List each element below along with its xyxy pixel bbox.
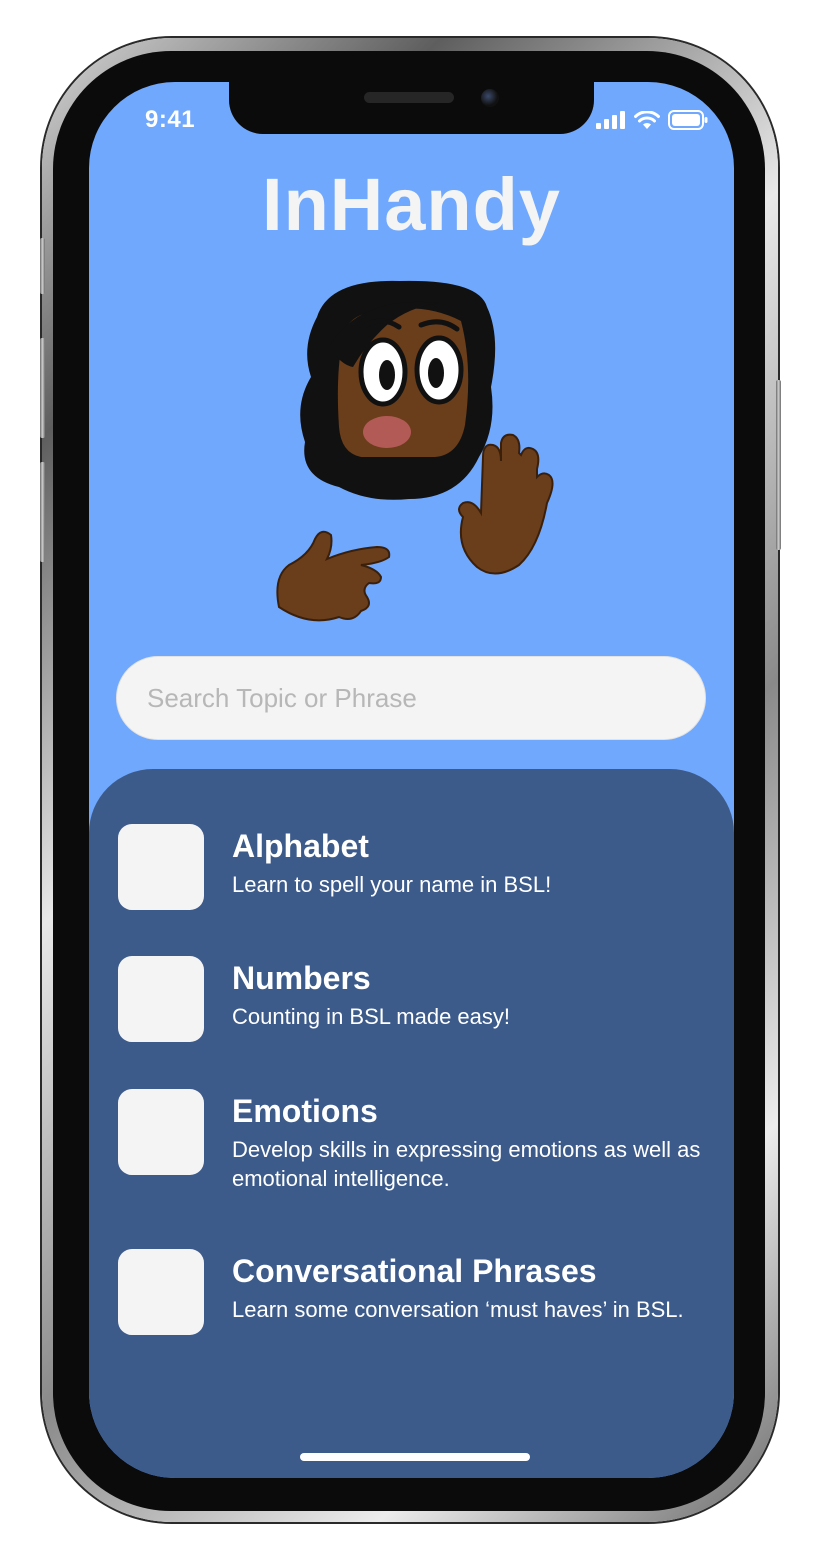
topics-panel: Alphabet Learn to spell your name in BSL… [89, 769, 734, 1478]
topic-item-alphabet[interactable]: Alphabet Learn to spell your name in BSL… [118, 824, 698, 910]
topic-description: Counting in BSL made easy! [232, 1004, 511, 1029]
app-title: InHandy [262, 163, 561, 246]
topic-thumbnail[interactable] [118, 956, 204, 1042]
battery-icon [668, 110, 708, 130]
status-time: 9:41 [145, 106, 196, 133]
topic-thumbnail[interactable] [118, 1249, 204, 1335]
topic-thumbnail[interactable] [118, 1089, 204, 1175]
search-input[interactable] [145, 681, 677, 715]
topic-title: Numbers [232, 960, 371, 996]
mascot-illustration [276, 280, 554, 622]
mascot-mouth [363, 416, 411, 448]
search-bar[interactable] [116, 656, 706, 740]
mascot-left-hand [276, 530, 391, 622]
topic-title: Alphabet [232, 828, 369, 864]
status-icons [596, 110, 708, 130]
topic-description: Learn to spell your name in BSL! [232, 872, 552, 897]
topic-thumbnail[interactable] [118, 824, 204, 910]
topic-item-numbers[interactable]: Numbers Counting in BSL made easy! [118, 956, 698, 1042]
home-indicator[interactable] [300, 1453, 530, 1461]
volume-up-button [40, 338, 45, 438]
mute-switch [40, 238, 45, 294]
notch [229, 82, 594, 134]
phone-screen: 9:41 InHandy Search Topic or Phrase Alph… [89, 82, 734, 1478]
topic-item-conversational-phrases[interactable]: Conversational Phrases Learn some conver… [118, 1249, 698, 1335]
topic-item-emotions[interactable]: Emotions Develop skills in expressing em… [118, 1089, 700, 1193]
signal-bars-icon [596, 111, 625, 129]
topic-title: Conversational Phrases [232, 1253, 597, 1289]
speaker-grille [364, 92, 454, 103]
volume-down-button [40, 462, 45, 562]
wifi-icon [634, 110, 660, 129]
power-button [776, 380, 781, 550]
topic-description: Learn some conversation ‘must haves’ in … [232, 1297, 684, 1322]
topic-description: Develop skills in expressing emotions as… [232, 1137, 701, 1191]
topic-title: Emotions [232, 1093, 378, 1129]
front-camera [481, 89, 499, 107]
